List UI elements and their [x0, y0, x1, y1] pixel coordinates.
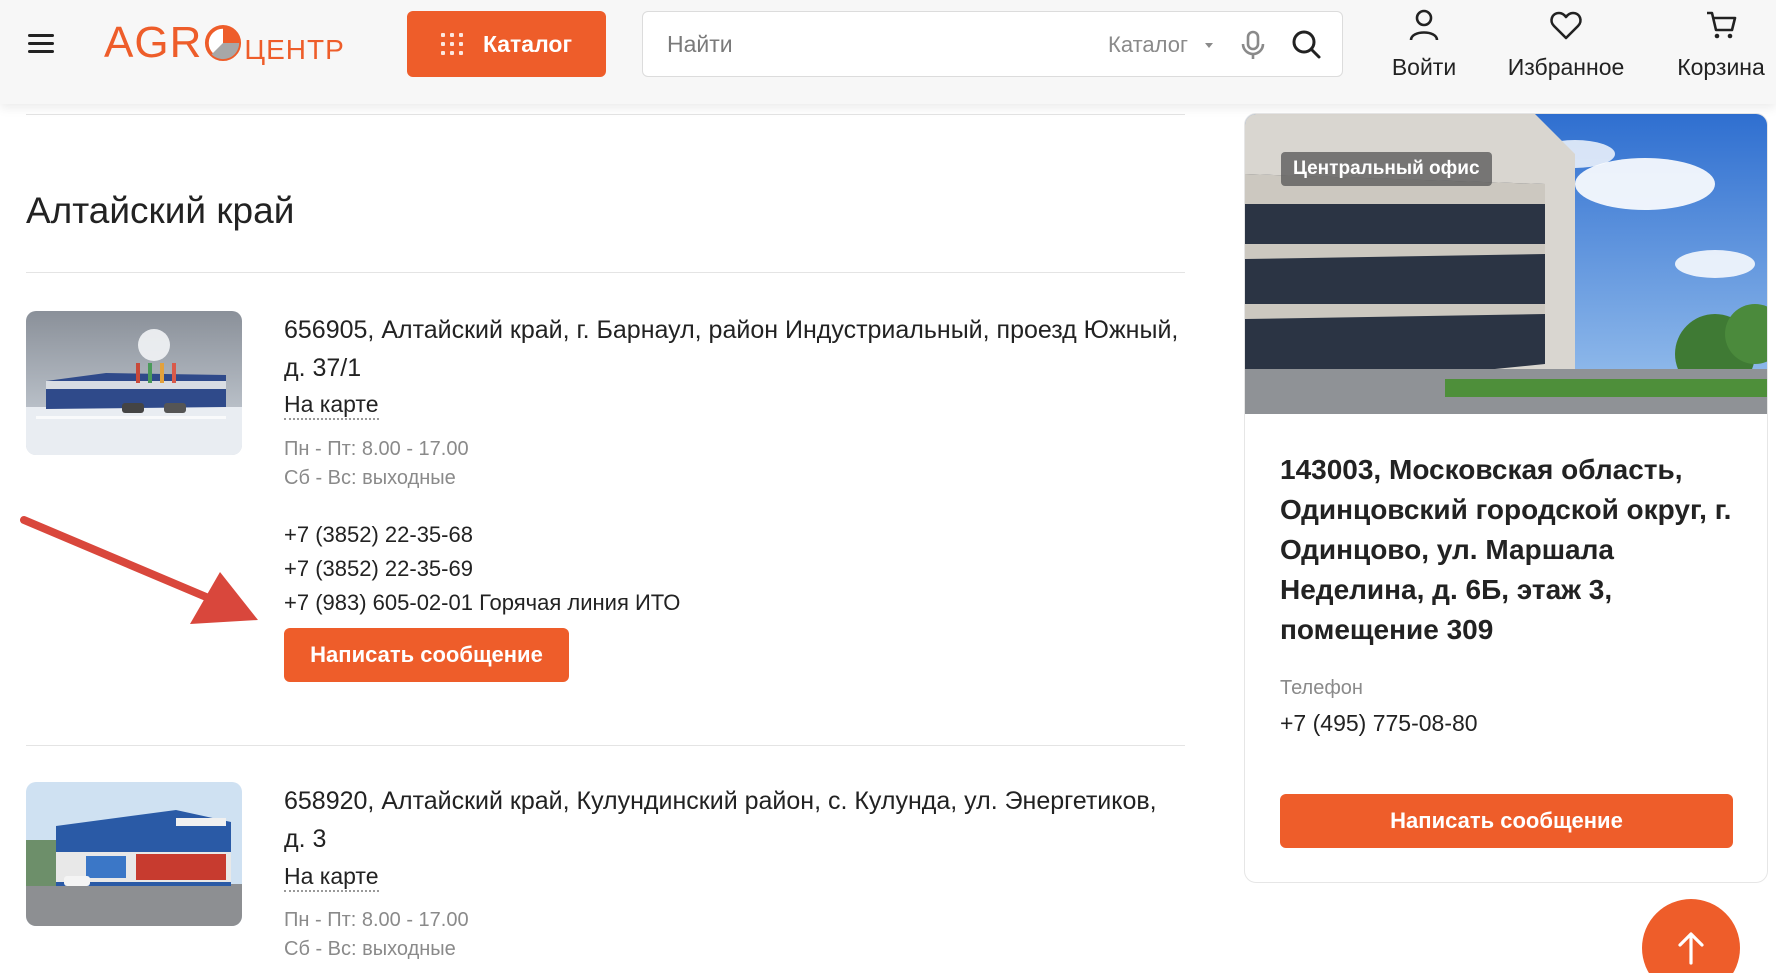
hours-weekend: Сб - Вс: выходные: [284, 467, 456, 489]
menu-icon[interactable]: [28, 34, 54, 54]
central-office-card: Центральный офис 143003, Московская обла…: [1244, 113, 1768, 883]
grid-icon: [440, 33, 463, 55]
search-bar: Каталог: [642, 11, 1343, 77]
cart-label: Корзина: [1677, 54, 1765, 80]
office-write-message-button[interactable]: Написать сообщение: [1280, 794, 1733, 848]
office-address: 143003, Московская область, Одинцовский …: [1280, 454, 1732, 645]
cart-button[interactable]: Корзина: [1672, 8, 1770, 88]
microphone-icon[interactable]: [1238, 29, 1268, 61]
branch-hours: Пн - Пт: 8.00 - 17.00 Сб - Вс: выходные: [284, 906, 469, 964]
cart-icon: [1707, 11, 1737, 39]
login-label: Войти: [1391, 54, 1457, 80]
branch-photo: [26, 782, 242, 926]
catalog-button[interactable]: Каталог: [407, 11, 606, 77]
search-icon[interactable]: [1290, 28, 1322, 60]
office-phone-label: Телефон: [1280, 677, 1363, 699]
map-link[interactable]: На карте: [284, 390, 379, 420]
map-link[interactable]: На карте: [284, 862, 379, 892]
site-logo[interactable]: AGR ЦЕНТР: [104, 18, 345, 68]
branch-address: 656905, Алтайский край, г. Барнаул, райо…: [284, 316, 1179, 382]
office-badge: Центральный офис: [1281, 152, 1492, 186]
branch-hours: Пн - Пт: 8.00 - 17.00 Сб - Вс: выходные: [284, 435, 469, 493]
branch-photo: [26, 311, 242, 455]
phone-number[interactable]: +7 (3852) 22-35-68: [284, 518, 680, 552]
logo-pie-icon: [205, 24, 242, 62]
branch-address: 658920, Алтайский край, Кулундинский рай…: [284, 787, 1157, 853]
favorites-button[interactable]: Избранное: [1500, 8, 1632, 88]
hours-weekend: Сб - Вс: выходные: [284, 938, 456, 960]
catalog-button-label: Каталог: [482, 30, 573, 57]
search-input[interactable]: [667, 26, 1067, 62]
divider: [26, 745, 1185, 746]
scroll-to-top-button[interactable]: [1642, 899, 1740, 973]
caret-down-icon: [1205, 43, 1213, 48]
phone-list: +7 (3852) 22-35-68 +7 (3852) 22-35-69 +7…: [284, 518, 680, 620]
divider: [26, 272, 1185, 273]
arrow-up-icon: [1678, 932, 1704, 965]
search-scope-select[interactable]: Каталог: [1108, 32, 1188, 58]
hours-weekdays: Пн - Пт: 8.00 - 17.00: [284, 909, 469, 931]
write-message-button[interactable]: Написать сообщение: [284, 628, 569, 682]
favorites-label: Избранное: [1507, 54, 1625, 80]
office-phone[interactable]: +7 (495) 775-08-80: [1280, 710, 1478, 737]
heart-icon: [1550, 11, 1582, 40]
annotation-arrow-icon: [20, 516, 258, 624]
logo-text-centr: ЦЕНТР: [244, 34, 345, 65]
logo-text-agr: AGR: [104, 18, 203, 67]
phone-number[interactable]: +7 (983) 605-02-01 Горячая линия ИТО: [284, 586, 680, 620]
hours-weekdays: Пн - Пт: 8.00 - 17.00: [284, 438, 469, 460]
phone-number[interactable]: +7 (3852) 22-35-69: [284, 552, 680, 586]
divider: [26, 114, 1185, 115]
site-header: AGR ЦЕНТР Каталог Каталог: [0, 0, 1776, 104]
login-button[interactable]: Войти: [1388, 8, 1460, 88]
region-title: Алтайский край: [26, 190, 295, 231]
user-icon: [1409, 9, 1439, 41]
